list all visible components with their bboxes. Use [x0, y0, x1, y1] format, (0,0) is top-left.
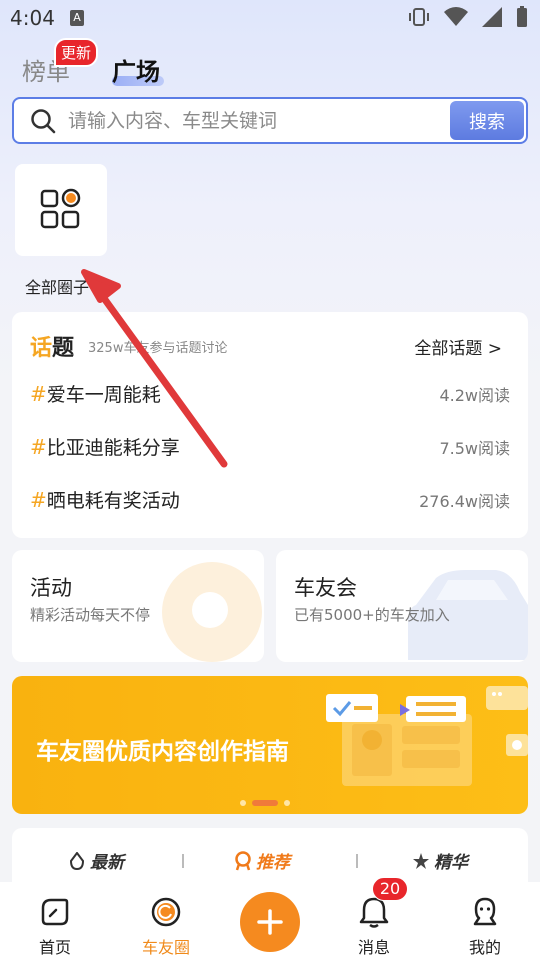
topic-logo-hua: 话 — [30, 336, 53, 361]
club-desc: 已有5000+的车友加入 — [294, 606, 450, 624]
feed-tab-latest[interactable]: 最新 — [68, 848, 124, 873]
club-title: 车友会 — [294, 576, 357, 600]
topic-name: 比亚迪能耗分享 — [46, 437, 180, 459]
search-button[interactable]: 搜索 — [450, 101, 524, 140]
status-bar: 4:04 A — [0, 0, 540, 36]
topic-logo: 话题 — [30, 330, 74, 362]
creation-guide-banner[interactable]: 车友圈优质内容创作指南 — [12, 676, 528, 814]
signal-icon — [482, 7, 502, 27]
carousel-dot[interactable] — [240, 800, 246, 806]
activity-card[interactable]: 活动 精彩活动每天不停 — [12, 550, 264, 662]
feed-tab-best-label: 精华 — [434, 853, 468, 873]
activity-desc: 精彩活动每天不停 — [30, 606, 151, 624]
topic-logo-ti: 题 — [52, 336, 75, 361]
topic-row[interactable]: #爱车一周能耗 4.2w阅读 — [30, 380, 510, 410]
hash-icon: # — [30, 435, 47, 459]
all-topics-link[interactable]: 全部话题 > — [414, 334, 502, 359]
battery-icon — [517, 6, 527, 27]
all-circles-label: 全部圈子 — [25, 278, 90, 297]
feed-tabs: 最新 推荐 精华 — [12, 828, 528, 888]
nav-me-label: 我的 — [468, 938, 501, 957]
star-icon — [413, 852, 429, 869]
hash-icon: # — [30, 382, 47, 406]
nav-home[interactable]: 首页 — [15, 896, 95, 958]
feed-tab-latest-label: 最新 — [90, 853, 124, 873]
nav-car-circle-label: 车友圈 — [141, 938, 190, 957]
feed-separator — [182, 854, 184, 868]
carousel-dots[interactable] — [240, 800, 290, 806]
topic-reads: 4.2w阅读 — [439, 386, 510, 405]
topic-reads: 276.4w阅读 — [419, 492, 510, 511]
topic-subtitle: 325w车友参与话题讨论 — [88, 341, 228, 356]
status-time: 4:04 — [10, 6, 55, 30]
nav-messages[interactable]: 消息 — [334, 896, 414, 958]
nav-car-circle[interactable]: 车友圈 — [126, 896, 206, 958]
all-circles-button[interactable] — [15, 164, 107, 256]
update-badge: 更新 — [54, 38, 99, 67]
carousel-dot[interactable] — [284, 800, 290, 806]
nav-messages-label: 消息 — [357, 938, 390, 957]
home-icon — [41, 898, 69, 926]
carousel-dot-active[interactable] — [252, 800, 278, 806]
topic-name: 爱车一周能耗 — [46, 384, 161, 406]
grid-apps-icon — [40, 188, 81, 229]
hash-icon: # — [30, 488, 47, 512]
feed-tab-recommend-label: 推荐 — [256, 853, 290, 873]
vibrate-icon — [409, 8, 429, 26]
recommend-icon — [235, 850, 251, 870]
feed-tab-recommend[interactable]: 推荐 — [234, 848, 290, 873]
add-post-button[interactable] — [240, 892, 300, 952]
tab-guangchang[interactable]: 广场 — [112, 52, 160, 87]
search-icon — [31, 109, 56, 134]
user-icon — [473, 897, 497, 926]
nav-home-label: 首页 — [38, 938, 71, 957]
bottom-nav: 首页 车友圈 消息 我的 — [0, 882, 540, 960]
search-bar: 搜索 — [12, 97, 528, 144]
topic-reads: 7.5w阅读 — [439, 439, 510, 458]
search-input[interactable] — [68, 99, 448, 142]
message-count-badge: 20 — [372, 877, 408, 901]
new-icon — [69, 851, 85, 870]
activity-title: 活动 — [30, 576, 72, 600]
status-icons — [408, 6, 528, 28]
feed-separator — [356, 854, 358, 868]
topic-card: 话题 325w车友参与话题讨论 全部话题 > #爱车一周能耗 4.2w阅读 #比… — [12, 312, 528, 538]
banner-title: 车友圈优质内容创作指南 — [36, 739, 289, 765]
plus-icon — [257, 909, 283, 935]
nav-me[interactable]: 我的 — [445, 896, 525, 958]
feed-tab-best[interactable]: 精华 — [412, 848, 468, 873]
topic-name: 晒电耗有奖活动 — [46, 490, 180, 512]
wifi-icon — [444, 7, 468, 27]
topic-row[interactable]: #比亚迪能耗分享 7.5w阅读 — [30, 433, 510, 463]
club-card[interactable]: 车友会 已有5000+的车友加入 — [276, 550, 528, 662]
car-circle-icon — [151, 897, 181, 927]
notification-a-icon: A — [70, 10, 84, 26]
topic-row[interactable]: #晒电耗有奖活动 276.4w阅读 — [30, 486, 510, 516]
